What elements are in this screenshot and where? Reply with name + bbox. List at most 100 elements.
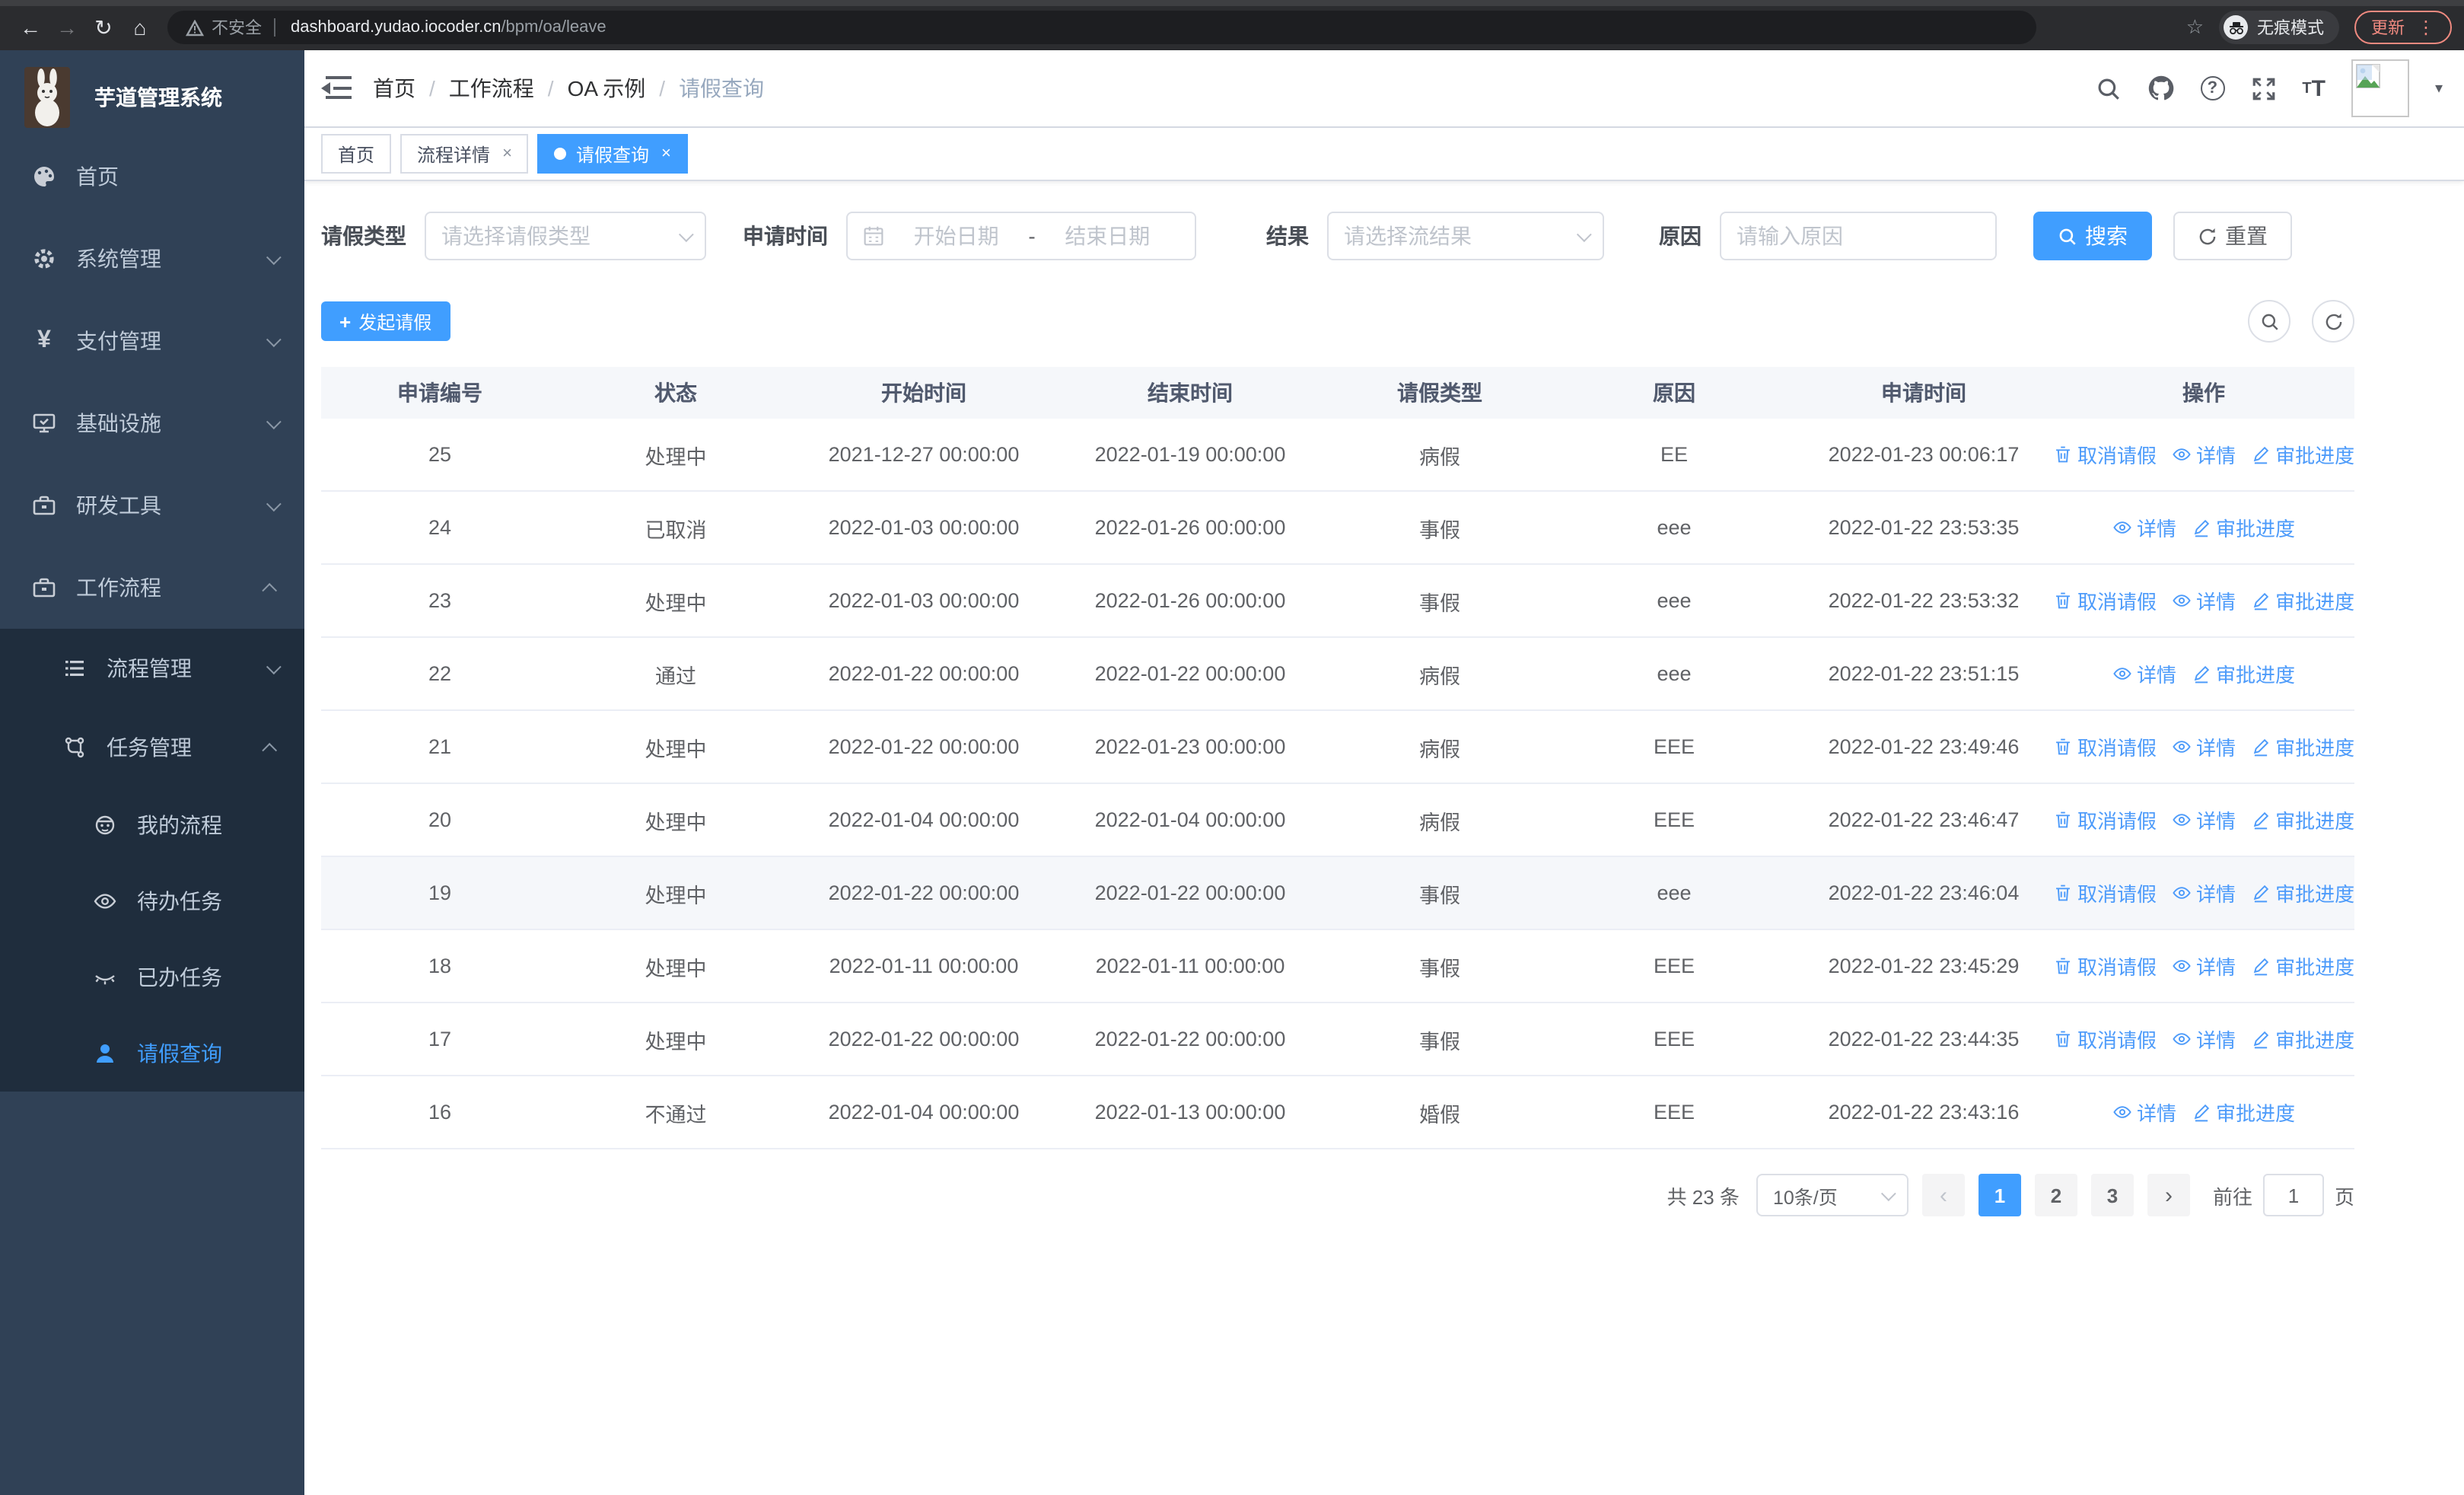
- sidebar-item-task-mgmt[interactable]: 任务管理: [0, 708, 304, 787]
- detail-link[interactable]: 详情: [2172, 952, 2236, 980]
- cancel-leave-link[interactable]: 取消请假: [2053, 586, 2157, 615]
- browser-forward-icon[interactable]: →: [49, 15, 85, 40]
- detail-link[interactable]: 详情: [2172, 440, 2236, 469]
- tab-home[interactable]: 首页: [321, 134, 392, 174]
- sidebar-item-todo-tasks[interactable]: 待办任务: [0, 863, 304, 939]
- sidebar-item-label: 待办任务: [137, 889, 222, 913]
- approval-progress-link[interactable]: 审批进度: [2251, 952, 2354, 980]
- cell-status: 处理中: [645, 884, 707, 907]
- font-size-icon[interactable]: TT: [2302, 75, 2326, 101]
- reset-button-label: 重置: [2225, 224, 2268, 248]
- close-icon[interactable]: ×: [502, 145, 512, 163]
- cancel-leave-link[interactable]: 取消请假: [2053, 805, 2157, 834]
- sidebar-item-label: 研发工具: [76, 493, 161, 518]
- create-leave-button[interactable]: + 发起请假: [321, 301, 450, 341]
- tab-leave-query[interactable]: 请假查询 ×: [537, 134, 688, 174]
- browser-home-icon[interactable]: ⌂: [122, 15, 158, 40]
- cancel-leave-link[interactable]: 取消请假: [2053, 1025, 2157, 1054]
- browser-update-button[interactable]: 更新 ⋮: [2354, 11, 2452, 44]
- approval-progress-link[interactable]: 审批进度: [2251, 586, 2354, 615]
- cell-actions: 取消请假 详情 审批进度: [2053, 857, 2354, 929]
- sidebar-item-system[interactable]: 系统管理: [0, 218, 304, 300]
- approval-progress-link[interactable]: 审批进度: [2192, 659, 2295, 688]
- sidebar-item-home[interactable]: 首页: [0, 135, 304, 218]
- breadcrumb-item[interactable]: 工作流程: [449, 73, 534, 104]
- cell-leave-type: 病假: [1419, 665, 1460, 687]
- cancel-leave-link[interactable]: 取消请假: [2053, 878, 2157, 907]
- sidebar-item-leave-query[interactable]: 请假查询: [0, 1015, 304, 1092]
- sidebar-item-my-process[interactable]: 我的流程: [0, 787, 304, 863]
- page-button-2[interactable]: 2: [2034, 1174, 2077, 1216]
- reset-button[interactable]: 重置: [2173, 212, 2292, 260]
- breadcrumb-item[interactable]: OA 示例: [568, 73, 646, 104]
- approval-progress-link[interactable]: 审批进度: [2251, 878, 2354, 907]
- browser-menu-icon[interactable]: ⋮: [2417, 18, 2435, 37]
- sidebar-item-done-tasks[interactable]: 已办任务: [0, 939, 304, 1015]
- robot-icon: [91, 813, 119, 837]
- detail-link[interactable]: 详情: [2172, 586, 2236, 615]
- page-button-1[interactable]: 1: [1978, 1174, 2021, 1216]
- cancel-leave-link[interactable]: 取消请假: [2053, 952, 2157, 980]
- search-button[interactable]: 搜索: [2033, 212, 2152, 260]
- detail-link[interactable]: 详情: [2172, 805, 2236, 834]
- bookmark-star-icon[interactable]: ☆: [2186, 15, 2204, 40]
- avatar-dropdown-caret-icon[interactable]: ▾: [2435, 80, 2443, 97]
- reason-input[interactable]: 请输入原因: [1720, 212, 1997, 260]
- table-row: 25 处理中 2021-12-27 00:00:00 2022-01-19 00…: [321, 419, 2354, 492]
- approval-progress-link[interactable]: 审批进度: [2192, 1098, 2295, 1127]
- cancel-leave-link[interactable]: 取消请假: [2053, 732, 2157, 761]
- result-label: 结果: [1266, 224, 1309, 248]
- goto-page-input[interactable]: 1: [2262, 1174, 2324, 1216]
- cell-leave-type: 事假: [1419, 518, 1460, 541]
- sidebar-item-workflow[interactable]: 工作流程: [0, 547, 304, 629]
- result-select[interactable]: 请选择流结果: [1327, 212, 1604, 260]
- approval-progress-link[interactable]: 审批进度: [2251, 440, 2354, 469]
- end-date-placeholder: 结束日期: [1065, 224, 1151, 248]
- detail-link[interactable]: 详情: [2172, 732, 2236, 761]
- help-icon[interactable]: ?: [2200, 76, 2225, 100]
- tab-process-detail[interactable]: 流程详情 ×: [400, 134, 529, 174]
- detail-link[interactable]: 详情: [2172, 878, 2236, 907]
- next-page-button[interactable]: ›: [2147, 1174, 2190, 1216]
- chevron-down-icon: [266, 413, 282, 429]
- page-button-3[interactable]: 3: [2090, 1174, 2134, 1216]
- approval-progress-link[interactable]: 审批进度: [2192, 513, 2295, 542]
- sidebar-item-process-mgmt[interactable]: 流程管理: [0, 629, 304, 708]
- prev-page-button[interactable]: ‹: [1921, 1174, 1965, 1216]
- detail-link[interactable]: 详情: [2172, 1025, 2236, 1054]
- refresh-button[interactable]: [2312, 300, 2354, 343]
- range-separator: -: [1028, 224, 1036, 248]
- detail-link[interactable]: 详情: [2112, 513, 2176, 542]
- sidebar-collapse-icon[interactable]: [321, 76, 352, 100]
- avatar[interactable]: [2351, 59, 2409, 117]
- browser-back-icon[interactable]: ←: [12, 15, 49, 40]
- breadcrumb-item[interactable]: 首页: [373, 73, 415, 104]
- cancel-leave-link[interactable]: 取消请假: [2053, 440, 2157, 469]
- approval-progress-link[interactable]: 审批进度: [2251, 1025, 2354, 1054]
- apply-time-range-picker[interactable]: 开始日期 - 结束日期: [846, 212, 1196, 260]
- sidebar-item-payment[interactable]: ¥ 支付管理: [0, 300, 304, 382]
- toggle-search-button[interactable]: [2248, 300, 2291, 343]
- leave-type-select[interactable]: 请选择请假类型: [425, 212, 706, 260]
- app-logo-row[interactable]: 芋道管理系统: [0, 50, 304, 135]
- address-bar[interactable]: 不安全 dashboard.yudao.iocoder.cn /bpm/oa/l…: [167, 11, 2036, 44]
- cell-start-time: 2022-01-04 00:00:00: [828, 1101, 1020, 1124]
- search-icon[interactable]: [2095, 75, 2121, 101]
- security-label[interactable]: 不安全: [212, 15, 262, 40]
- sidebar-item-infra[interactable]: 基础设施: [0, 382, 304, 464]
- sidebar-item-label: 请假查询: [137, 1041, 222, 1066]
- close-icon[interactable]: ×: [661, 145, 671, 163]
- omnibox-divider: [274, 18, 275, 37]
- cell-end-time: 2022-01-11 00:00:00: [1095, 955, 1285, 977]
- browser-reload-icon[interactable]: ↻: [85, 14, 122, 40]
- detail-link[interactable]: 详情: [2112, 659, 2176, 688]
- sidebar-item-devtools[interactable]: 研发工具: [0, 464, 304, 547]
- github-icon[interactable]: [2147, 75, 2174, 102]
- page-size-select[interactable]: 10条/页: [1756, 1174, 1908, 1216]
- detail-link[interactable]: 详情: [2112, 1098, 2176, 1127]
- approval-progress-link[interactable]: 审批进度: [2251, 805, 2354, 834]
- update-label[interactable]: 更新: [2371, 15, 2405, 40]
- fullscreen-icon[interactable]: [2250, 75, 2276, 101]
- approval-progress-link[interactable]: 审批进度: [2251, 732, 2354, 761]
- col-header-type: 请假类型: [1397, 381, 1482, 405]
